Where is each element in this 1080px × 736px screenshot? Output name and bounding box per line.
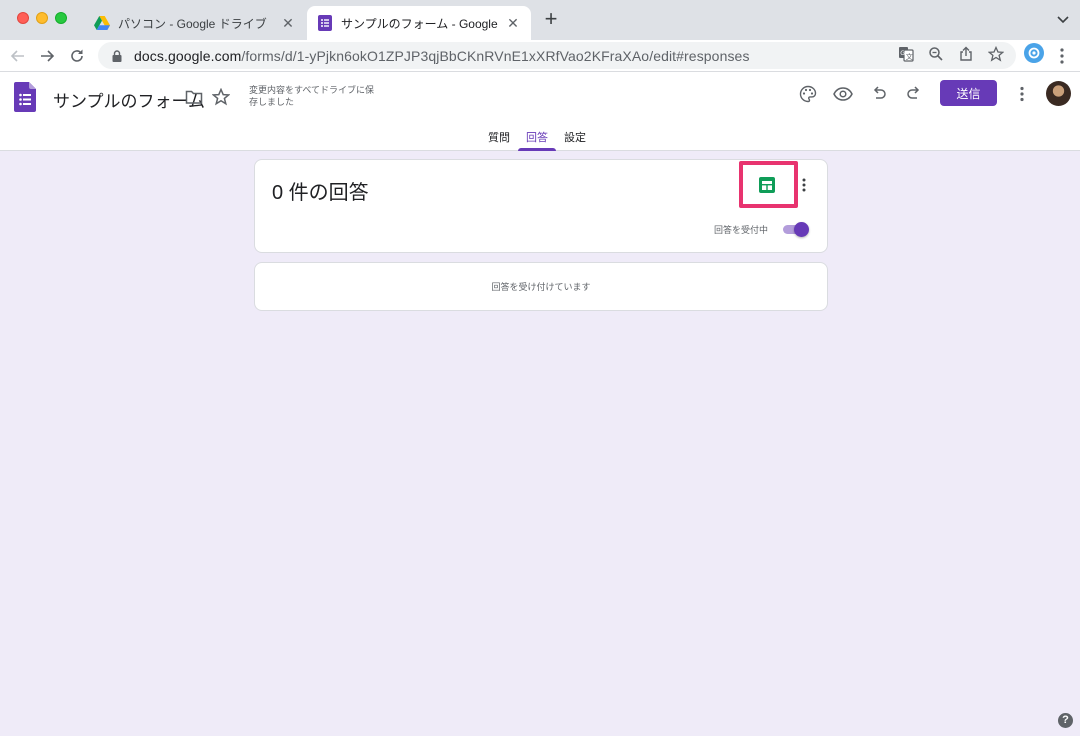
tab-title: サンプルのフォーム - Google フォ (341, 16, 501, 31)
back-arrow-icon[interactable] (6, 44, 30, 68)
svg-text:G: G (900, 50, 905, 57)
responses-summary-card: 0 件の回答 回答を受付中 (254, 159, 828, 253)
window-zoom-button[interactable] (55, 12, 67, 24)
star-icon[interactable] (210, 86, 232, 108)
bookmark-star-icon[interactable] (987, 45, 1005, 63)
toggle-knob (794, 222, 809, 237)
close-icon[interactable]: ✕ (505, 15, 521, 31)
tab-title: パソコン - Google ドライブ (118, 16, 267, 31)
empty-state-message: 回答を受け付けています (491, 282, 591, 292)
browser-tab-strip: パソコン - Google ドライブ ✕ サンプルのフォーム - Google … (0, 0, 1080, 40)
help-button[interactable]: ? (1058, 713, 1073, 728)
new-tab-button[interactable]: + (540, 8, 562, 31)
close-icon[interactable]: ✕ (280, 15, 296, 31)
url-path: /forms/d/1-yPjkn6okO1ZPJP3qjBbCKnRVnE1xX… (241, 47, 750, 64)
tab-responses[interactable]: 回答 (518, 127, 556, 151)
browser-tab-drive[interactable]: パソコン - Google ドライブ ✕ (84, 6, 306, 40)
window-minimize-button[interactable] (36, 12, 48, 24)
browser-toolbar: docs.google.com/forms/d/1-yPjkn6okO1ZPJP… (0, 40, 1080, 72)
undo-icon[interactable] (868, 83, 890, 105)
url-host: docs.google.com (134, 47, 242, 64)
response-count-title: 0 件の回答 (272, 182, 369, 204)
zoom-icon[interactable] (927, 45, 945, 63)
forward-arrow-icon[interactable] (35, 44, 59, 68)
avatar[interactable] (1046, 81, 1071, 106)
address-bar[interactable]: docs.google.com/forms/d/1-yPjkn6okO1ZPJP… (98, 42, 1016, 69)
tab-questions[interactable]: 質問 (480, 127, 518, 151)
window-close-button[interactable] (17, 12, 29, 24)
palette-icon[interactable] (797, 83, 819, 105)
google-drive-icon (94, 15, 110, 31)
redo-icon[interactable] (903, 83, 925, 105)
reload-icon[interactable] (65, 44, 89, 68)
google-forms-logo-icon[interactable] (14, 82, 36, 112)
share-icon[interactable] (957, 45, 975, 63)
preview-eye-icon[interactable] (832, 83, 854, 105)
more-vert-icon[interactable] (1054, 46, 1070, 66)
extension-icon[interactable] (1024, 43, 1044, 63)
lock-icon[interactable] (110, 49, 124, 63)
more-vert-icon[interactable] (798, 177, 810, 193)
send-button[interactable]: 送信 (940, 80, 997, 106)
forms-header: サンプルのフォーム 変更内容をすべてドライブに保存しました 送信 質問 回答 設… (0, 72, 1080, 151)
url-text: docs.google.com/forms/d/1-yPjkn6okO1ZPJP… (134, 48, 750, 64)
accepting-responses-toggle[interactable] (781, 222, 811, 237)
more-vert-icon[interactable] (1011, 83, 1033, 105)
responses-empty-card: 回答を受け付けています (254, 262, 828, 311)
chevron-down-icon[interactable] (1055, 11, 1071, 27)
translate-icon[interactable]: 文G (897, 45, 915, 63)
accepting-responses-label: 回答を受付中 (714, 225, 769, 235)
google-forms-icon (317, 15, 333, 31)
form-tabs: 質問 回答 設定 (480, 127, 594, 151)
browser-tab-forms[interactable]: サンプルのフォーム - Google フォ ✕ (307, 6, 531, 40)
svg-text:文: 文 (906, 52, 913, 61)
save-status: 変更内容をすべてドライブに保存しました (249, 85, 375, 107)
folder-icon[interactable] (183, 86, 205, 108)
google-sheets-icon[interactable] (758, 176, 776, 194)
tab-settings[interactable]: 設定 (556, 127, 594, 151)
